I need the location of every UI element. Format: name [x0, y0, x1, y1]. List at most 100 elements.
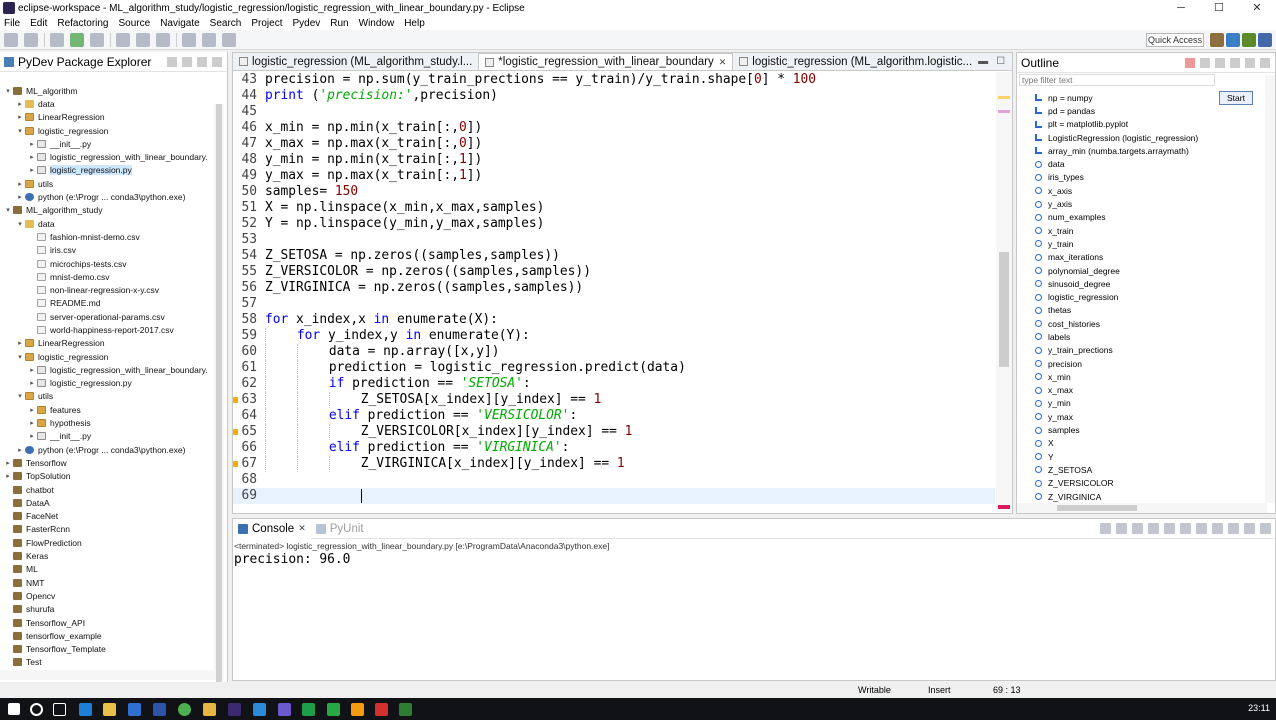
close-tab-icon[interactable]: ✕	[719, 57, 727, 68]
outline-vertical-scrollbar[interactable]	[1265, 75, 1275, 503]
tree-item[interactable]: world-happiness-report-2017.csv	[0, 323, 214, 336]
tree-item[interactable]: DataA	[0, 496, 214, 509]
app-icon[interactable]	[153, 703, 166, 716]
tree-item[interactable]: ▸ __init__.py	[0, 137, 214, 150]
close-button[interactable]: ✕	[1238, 0, 1276, 16]
tree-item[interactable]: server-operational-params.csv	[0, 310, 214, 323]
remove-launch-icon[interactable]	[1116, 523, 1127, 534]
expanded-arrow-icon[interactable]: ▾	[4, 206, 12, 214]
tree-item[interactable]: FaceNet	[0, 510, 214, 523]
collapsed-arrow-icon[interactable]: ▸	[28, 432, 36, 440]
tree-item[interactable]: Test	[0, 656, 214, 669]
expanded-arrow-icon[interactable]: ▾	[4, 87, 12, 95]
scroll-lock-icon[interactable]	[1164, 523, 1175, 534]
menu-help[interactable]: Help	[404, 18, 425, 29]
code-editor[interactable]: 43 precision = np.sum(y_train_prections =…	[233, 72, 995, 512]
run-icon[interactable]	[70, 32, 84, 47]
new-project-icon[interactable]	[116, 32, 130, 47]
expanded-arrow-icon[interactable]: ▾	[16, 353, 24, 361]
link-editor-icon[interactable]	[182, 56, 192, 67]
open-type-icon[interactable]	[136, 32, 150, 47]
close-tab-icon[interactable]: ✕	[298, 523, 306, 534]
store-icon[interactable]	[128, 703, 141, 716]
remove-all-icon[interactable]	[1132, 523, 1143, 534]
chrome-icon[interactable]	[178, 703, 191, 716]
console-output[interactable]: precision: 96.0	[233, 551, 1275, 569]
collapsed-arrow-icon[interactable]: ▸	[4, 459, 12, 467]
outline-item[interactable]: plt = matplotlib.pyplot	[1035, 118, 1255, 131]
code-line[interactable]: 59 for y_index,y in enumerate(Y):	[233, 328, 995, 344]
console-tab[interactable]: Console ✕	[233, 518, 311, 539]
outline-item[interactable]: num_examples	[1035, 211, 1255, 224]
tree-item[interactable]: non-linear-regression-x-y.csv	[0, 283, 214, 296]
tree-item[interactable]: ML	[0, 563, 214, 576]
outline-item[interactable]: data	[1035, 157, 1255, 170]
menu-edit[interactable]: Edit	[30, 18, 47, 29]
maximize-editor-icon[interactable]: ☐	[996, 56, 1005, 67]
tree-item[interactable]: iris.csv	[0, 244, 214, 257]
tree-item[interactable]: ▸ logistic_regression_with_linear_boundar…	[0, 150, 214, 163]
tree-item[interactable]: ▸ TopSolution	[0, 470, 214, 483]
outline-item[interactable]: y_train_prections	[1035, 344, 1255, 357]
tree-item[interactable]: Opencv	[0, 589, 214, 602]
scroll-thumb[interactable]	[1057, 505, 1137, 511]
wechat-icon[interactable]	[327, 703, 340, 716]
app-icon[interactable]	[278, 703, 291, 716]
file-explorer-icon[interactable]	[103, 703, 116, 716]
menu-search[interactable]: Search	[210, 18, 242, 29]
scroll-thumb[interactable]	[999, 252, 1009, 367]
collapsed-arrow-icon[interactable]: ▸	[28, 153, 36, 161]
tree-item[interactable]: ▸ logistic_regression.py	[0, 164, 214, 177]
outline-item[interactable]: thetas	[1035, 304, 1255, 317]
open-console-icon[interactable]	[1228, 523, 1239, 534]
windows-start-icon[interactable]	[8, 703, 20, 715]
terminate-icon[interactable]	[1100, 523, 1111, 534]
tree-item[interactable]: FasterRcnn	[0, 523, 214, 536]
explorer-horizontal-scrollbar[interactable]	[0, 670, 214, 680]
code-line[interactable]: 48 y_min = np.min(x_train[:,1])	[233, 152, 995, 168]
code-line[interactable]: 60 data = np.array([x,y])	[233, 344, 995, 360]
code-line[interactable]: 61 prediction = logistic_regression.predi…	[233, 360, 995, 376]
menu-project[interactable]: Project	[251, 18, 282, 29]
tree-item[interactable]: ▸ hypothesis	[0, 416, 214, 429]
code-line[interactable]: 54 Z_SETOSA = np.zeros((samples,samples))	[233, 248, 995, 264]
editor-tab-3[interactable]: logistic_regression (ML_algorithm.logist…	[733, 53, 978, 70]
code-line[interactable]: 57	[233, 296, 995, 312]
outline-item[interactable]: sinusoid_degree	[1035, 277, 1255, 290]
tree-item[interactable]: ▸ LinearRegression	[0, 337, 214, 350]
code-line[interactable]: 43 precision = np.sum(y_train_prections =…	[233, 72, 995, 88]
outline-item[interactable]: pd = pandas	[1035, 104, 1255, 117]
perspective-debug-icon[interactable]	[1242, 33, 1256, 47]
tree-item[interactable]: README.md	[0, 297, 214, 310]
minimize-view-icon[interactable]	[1260, 57, 1270, 68]
outline-item[interactable]: array_min (numba.targets.arraymath)	[1035, 144, 1255, 157]
outline-item[interactable]: x_min	[1035, 370, 1255, 383]
clear-console-icon[interactable]	[1148, 523, 1159, 534]
outline-item[interactable]: labels	[1035, 330, 1255, 343]
maximize-button[interactable]: ☐	[1200, 0, 1238, 16]
minimize-view-icon[interactable]	[1244, 523, 1255, 534]
pyunit-tab[interactable]: PyUnit	[311, 519, 369, 539]
outline-item[interactable]: y_min	[1035, 397, 1255, 410]
debug-icon[interactable]	[50, 32, 64, 47]
menu-pydev[interactable]: Pydev	[292, 18, 320, 29]
code-line[interactable]: 46 x_min = np.min(x_train[:,0])	[233, 120, 995, 136]
annotation-next-icon[interactable]	[182, 32, 196, 47]
outline-item[interactable]: y_axis	[1035, 197, 1255, 210]
minimize-editor-icon[interactable]: ▬	[978, 56, 988, 67]
tree-item[interactable]: ▾ utils	[0, 390, 214, 403]
tree-item[interactable]: ▾ ML_algorithm_study	[0, 204, 214, 217]
outline-item[interactable]: cost_histories	[1035, 317, 1255, 330]
menu-file[interactable]: File	[4, 18, 20, 29]
menu-navigate[interactable]: Navigate	[160, 18, 199, 29]
outline-item[interactable]: x_max	[1035, 384, 1255, 397]
pdf-icon[interactable]	[375, 703, 388, 716]
sort-icon[interactable]	[1185, 57, 1195, 68]
outline-item[interactable]: max_iterations	[1035, 251, 1255, 264]
filter-icon[interactable]	[1200, 57, 1210, 68]
tree-item[interactable]: chatbot	[0, 483, 214, 496]
code-line[interactable]: 51 X = np.linspace(x_min,x_max,samples)	[233, 200, 995, 216]
tree-item[interactable]: fashion-mnist-demo.csv	[0, 230, 214, 243]
forward-icon[interactable]	[222, 32, 236, 47]
outline-item[interactable]: polynomial_degree	[1035, 264, 1255, 277]
